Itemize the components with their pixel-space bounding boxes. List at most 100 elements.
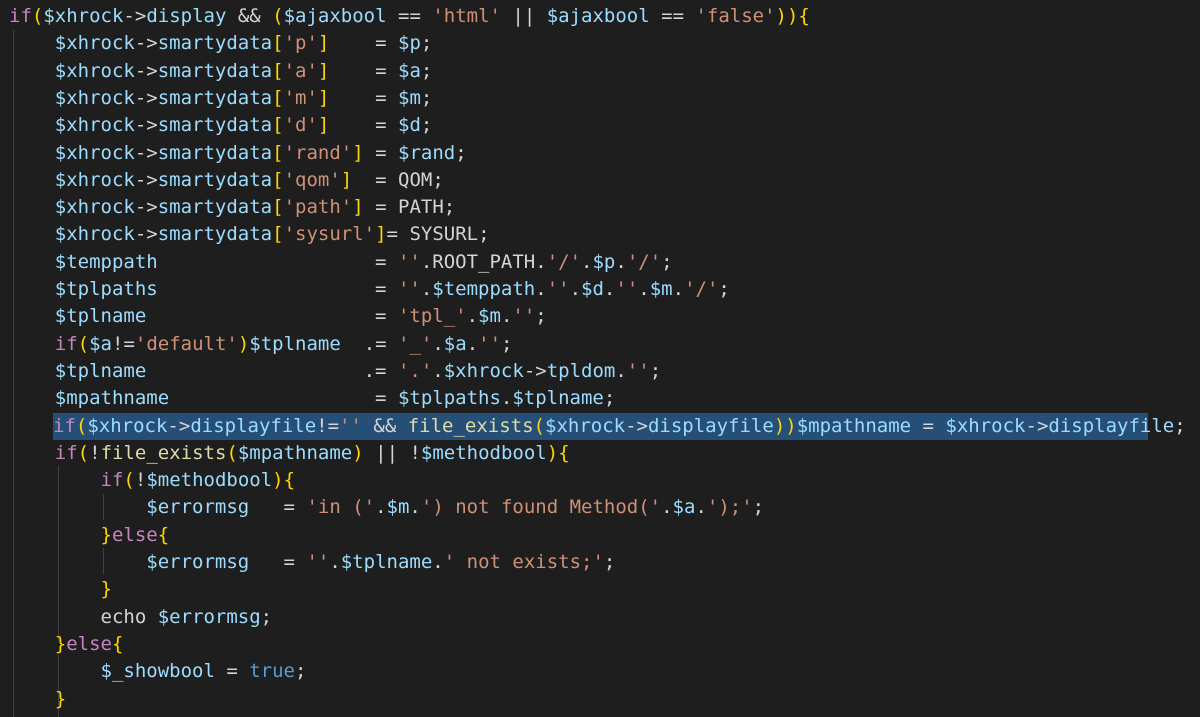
code-token: ; — [718, 278, 730, 300]
code-token: 'a' — [283, 59, 318, 82]
code-token: .= — [146, 359, 398, 382]
code-token: $m — [398, 86, 421, 109]
code-token: '' — [626, 359, 650, 382]
code-token: . — [375, 496, 387, 519]
code-token: . — [615, 250, 627, 273]
code-line[interactable]: echo $errormsg; — [0, 604, 273, 631]
code-token: $xhrock — [54, 114, 135, 137]
code-token: smartydata — [157, 59, 273, 82]
code-token: 'false' — [695, 5, 776, 27]
code-token: ') not found Method(' — [420, 496, 662, 519]
code-token: = — [911, 414, 946, 437]
code-token: smartydata — [157, 196, 273, 219]
code-token: -> — [123, 5, 147, 27]
code-line[interactable]: $_showbool = true; — [0, 658, 307, 685]
code-token: $mpathname — [54, 387, 170, 410]
code-token: $tplname — [54, 359, 147, 382]
code-token: $tplname — [249, 332, 341, 355]
code-line[interactable]: $errormsg = ''.$tplname.' not exists;'; — [0, 549, 615, 576]
code-line[interactable]: if(!$methodbool){ — [0, 467, 296, 494]
code-token: PATH — [398, 196, 444, 219]
code-token: . — [432, 359, 444, 382]
code-line[interactable]: $temppath = ''.ROOT_PATH.'/'.$p.'/'; — [0, 249, 673, 276]
code-token: -> — [134, 86, 158, 109]
code-token: . — [500, 305, 513, 328]
code-line[interactable]: $xhrock->smartydata['qom'] = QOM; — [0, 167, 444, 194]
code-token: $a — [443, 332, 467, 355]
code-line[interactable]: if($xhrock->display && ($ajaxbool == 'ht… — [0, 3, 810, 30]
code-token: || ! — [363, 441, 421, 464]
code-line[interactable]: if(!file_exists($mpathname) || !$methodb… — [0, 440, 570, 467]
code-token: '' — [615, 278, 639, 300]
code-token: [ — [272, 223, 284, 246]
code-token: = — [329, 114, 398, 137]
code-line[interactable]: $xhrock->smartydata['rand'] = $rand; — [0, 140, 467, 167]
code-line[interactable]: $xhrock->smartydata['path'] = PATH; — [0, 194, 455, 221]
code-token: = — [146, 305, 398, 328]
code-token: ; — [535, 305, 547, 328]
code-token: $errormsg — [157, 605, 261, 628]
code-token: $xhrock — [54, 59, 135, 82]
code-token: -> — [523, 359, 547, 382]
code-token: . — [432, 551, 444, 573]
code-line[interactable]: $mpathname = $tplpaths.$tplname; — [0, 385, 616, 412]
code-token: '/' — [546, 250, 582, 273]
code-token: if — [54, 332, 78, 355]
code-token: $a — [672, 496, 696, 519]
code-token: . — [695, 496, 707, 519]
code-token: $xhrock — [54, 141, 135, 164]
code-token: $rand — [398, 141, 456, 164]
code-line[interactable]: $tplpaths = ''.$temppath.''.$d.''.$m.'/'… — [0, 276, 730, 303]
code-line[interactable]: }else{ — [0, 522, 170, 549]
code-token: ; — [752, 496, 765, 519]
code-token: = — [363, 141, 398, 164]
code-token: '' — [397, 250, 421, 273]
code-token: '' — [478, 332, 502, 355]
code-token: $methodbool — [146, 469, 273, 492]
code-token: smartydata — [157, 32, 273, 55]
code-token: smartydata — [157, 168, 273, 191]
code-token: tpldom — [546, 359, 616, 382]
code-token: . — [466, 305, 479, 328]
code-token: displayfile — [647, 414, 774, 437]
code-token: ; — [478, 223, 490, 246]
code-line[interactable]: if($a!='default')$tplname .= '_'.$a.''; — [0, 331, 513, 358]
code-token: $mpathname — [796, 414, 912, 437]
code-token: [ — [272, 141, 284, 164]
code-token: 'm' — [283, 86, 318, 109]
code-line[interactable]: $xhrock->smartydata['p'] = $p; — [0, 30, 433, 57]
code-line[interactable]: $errormsg = 'in ('.$m.') not found Metho… — [0, 494, 764, 521]
code-token: } — [100, 578, 112, 601]
code-token: ( — [75, 414, 88, 437]
code-line[interactable]: $xhrock->smartydata['a'] = $a; — [0, 58, 433, 85]
code-token: ; — [455, 141, 467, 164]
code-editor[interactable]: if($xhrock->display && ($ajaxbool == 'ht… — [0, 0, 1200, 717]
code-token: QOM — [398, 168, 433, 191]
code-token: smartydata — [157, 114, 273, 137]
code-line[interactable]: $xhrock->smartydata['sysurl']= SYSURL; — [0, 221, 490, 248]
code-token: $xhrock — [443, 359, 524, 382]
code-line[interactable]: } — [0, 576, 112, 603]
code-line[interactable]: } — [0, 686, 66, 713]
code-token: = — [214, 660, 250, 683]
code-line[interactable]: }else{ — [0, 631, 124, 658]
code-token: ; — [432, 168, 444, 191]
code-line[interactable]: $xhrock->smartydata['d'] = $d; — [0, 112, 433, 139]
code-token: else — [66, 632, 112, 655]
code-token: $xhrock — [54, 223, 135, 246]
selected-code-line[interactable]: if($xhrock->displayfile!='' && file_exis… — [53, 412, 1186, 440]
code-line[interactable]: $tplname = 'tpl_'.$m.''; — [0, 303, 547, 330]
code-token: $xhrock — [54, 32, 135, 55]
code-token: $xhrock — [54, 168, 135, 191]
code-token: $xhrock — [545, 414, 626, 437]
code-token: [ — [272, 59, 284, 82]
code-token: '' — [397, 278, 421, 300]
code-token: $xhrock — [54, 86, 135, 109]
code-line[interactable]: $xhrock->smartydata['m'] = $m; — [0, 85, 433, 112]
code-line[interactable]: $tplname .= '.'.$xhrock->tpldom.''; — [0, 358, 661, 385]
